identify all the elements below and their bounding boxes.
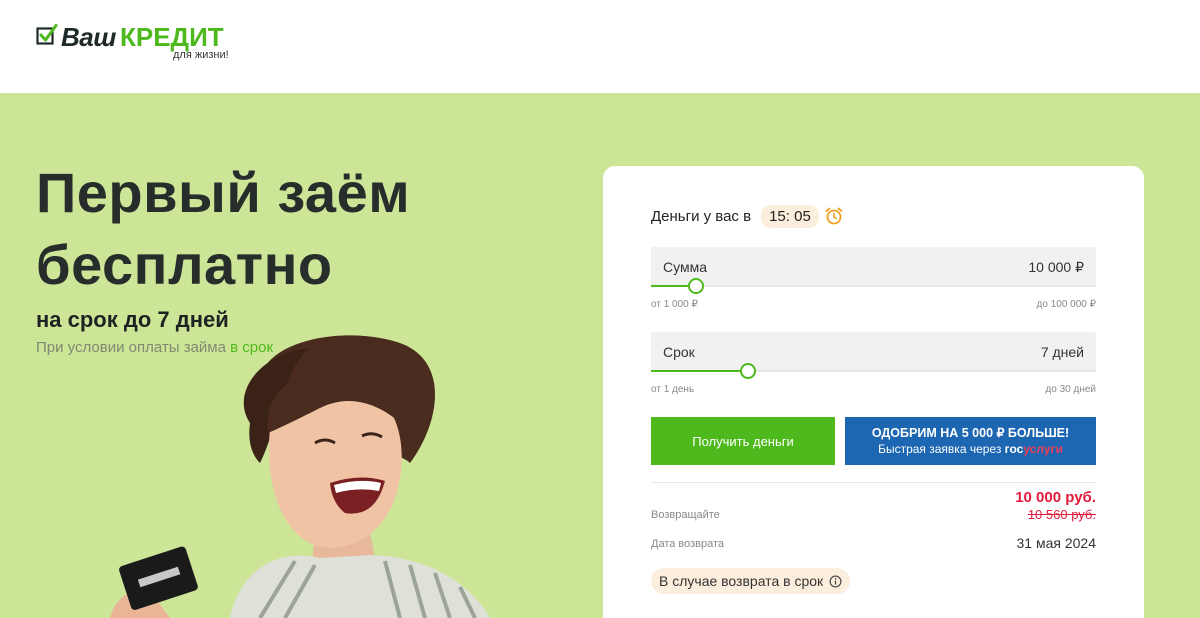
alarm-clock-icon xyxy=(825,207,843,225)
hero-section: Первый заём бесплатно на срок до 7 дней … xyxy=(0,93,1200,618)
loan-calculator-card: Деньги у вас в 15: 05 Сумма 10 000 ₽ от … xyxy=(603,166,1144,618)
return-amount: 10 000 руб. xyxy=(1015,489,1096,506)
gosuslugi-button-text: Быстрая заявка через xyxy=(878,442,1005,456)
timer-value: 15: 05 xyxy=(761,204,819,228)
gosuslugi-button-subline: Быстрая заявка через госуслуги xyxy=(845,442,1096,456)
return-date-value: 31 мая 2024 xyxy=(1016,535,1097,551)
amount-min-label: от 1 000 ₽ xyxy=(651,299,698,310)
gosuslugi-logo-part2: услуги xyxy=(1023,442,1063,456)
amount-value: 10 000 ₽ xyxy=(1028,259,1084,275)
gosuslugi-button[interactable]: ОДОБРИМ НА 5 000 ₽ БОЛЬШЕ! Быстрая заявк… xyxy=(845,417,1096,465)
term-max-label: до 30 дней xyxy=(1045,384,1096,395)
hero-subtitle: на срок до 7 дней xyxy=(36,307,229,332)
term-slider-handle[interactable] xyxy=(739,363,756,379)
amount-slider-track xyxy=(651,285,1096,287)
timer-label: Деньги у вас в xyxy=(651,207,752,225)
amount-max-label: до 100 000 ₽ xyxy=(1036,299,1096,310)
brand-logo[interactable]: Ваш КРЕДИТ для жизни! xyxy=(36,20,246,64)
term-value: 7 дней xyxy=(1040,344,1084,360)
amount-slider-handle[interactable] xyxy=(687,278,704,294)
amount-slider[interactable] xyxy=(651,278,1096,294)
get-money-button[interactable]: Получить деньги xyxy=(651,417,835,465)
brand-name-part1: Ваш xyxy=(61,22,116,52)
term-slider[interactable] xyxy=(651,363,1096,379)
return-label: Возвращайте xyxy=(651,509,720,521)
return-old-amount: 10 560 руб. xyxy=(1027,507,1096,522)
gosuslugi-button-headline: ОДОБРИМ НА 5 000 ₽ БОЛЬШЕ! xyxy=(871,426,1070,440)
hero-photo-woman-with-card xyxy=(110,335,490,618)
checkbox-logo-icon xyxy=(36,24,58,45)
amount-label: Сумма xyxy=(663,259,707,275)
return-date-label: Дата возврата xyxy=(651,538,725,550)
divider xyxy=(651,482,1096,483)
hero-title: Первый заём бесплатно xyxy=(36,161,411,296)
term-min-label: от 1 день xyxy=(651,384,695,395)
on-time-return-badge[interactable]: В случае возврата в срок xyxy=(651,568,851,594)
badge-text: В случае возврата в срок xyxy=(659,573,824,589)
term-slider-fill xyxy=(651,370,748,372)
site-header: Ваш КРЕДИТ для жизни! xyxy=(0,0,1200,93)
brand-tagline: для жизни! xyxy=(173,49,229,61)
term-label: Срок xyxy=(663,344,695,360)
info-icon[interactable] xyxy=(829,575,842,588)
timer-row: Деньги у вас в 15: 05 xyxy=(651,203,844,229)
gosuslugi-logo-part1: гос xyxy=(1004,442,1024,456)
